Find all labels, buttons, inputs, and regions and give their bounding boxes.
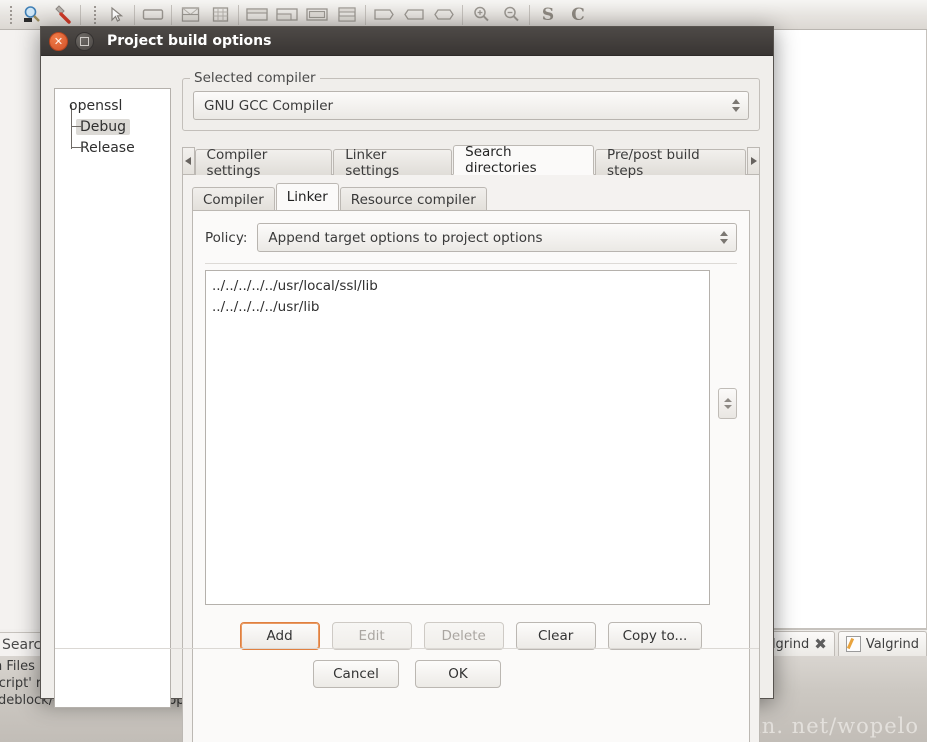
status-tab-valgrind-2[interactable]: Valgrind: [837, 631, 927, 656]
arrow-up-icon: [723, 398, 732, 402]
compiler-select[interactable]: GNU GCC Compiler: [193, 91, 749, 120]
layout-rows-icon[interactable]: [332, 0, 362, 29]
tab-scroll-left-button[interactable]: [182, 147, 195, 175]
letter-c-icon[interactable]: C: [563, 0, 593, 29]
tab-label: Pre/post build steps: [607, 146, 700, 179]
toolbar-separator-2: [134, 4, 135, 25]
ok-button[interactable]: OK: [415, 660, 501, 688]
outer-tab-bar: Compiler settings Linker settings Search…: [182, 144, 761, 179]
arrow-down-icon: [723, 405, 732, 409]
rectangle-icon[interactable]: [138, 0, 168, 29]
tab-label: Linker settings: [345, 146, 400, 179]
directories-list[interactable]: ../../../../../usr/local/ssl/lib ../../.…: [205, 270, 710, 605]
letter-s-icon[interactable]: S: [533, 0, 563, 29]
tab-scroll-right-button[interactable]: [747, 147, 761, 175]
policy-select-value: Append target options to project options: [268, 229, 543, 246]
list-reorder-spinner[interactable]: [718, 388, 737, 419]
layout-fill-icon[interactable]: [302, 0, 332, 29]
toolbar-separator-3: [171, 4, 172, 25]
toolbar-separator: [80, 4, 81, 25]
zoom-out-icon[interactable]: [496, 0, 526, 29]
tree-item-openssl[interactable]: openssl: [65, 95, 170, 116]
status-tab-label: Valgrind: [865, 636, 919, 652]
toolbar-grip-2[interactable]: [90, 4, 99, 26]
button-label: Add: [266, 628, 293, 644]
project-build-options-dialog: ✕ Project build options openssl Debug Re…: [40, 26, 774, 742]
selected-compiler-label: Selected compiler: [190, 70, 320, 86]
tab-label: Resource compiler: [350, 191, 476, 208]
chevron-left-icon: [185, 157, 192, 165]
toolbar-separator-7: [529, 4, 530, 25]
tab-label: Search directories: [465, 144, 537, 176]
dialog-titlebar: ✕ Project build options: [41, 27, 773, 56]
cancel-button[interactable]: Cancel: [313, 660, 399, 688]
tab-resource-compiler[interactable]: Resource compiler: [339, 187, 487, 211]
policy-label: Policy:: [205, 229, 248, 246]
toolbar-separator-4: [238, 4, 239, 25]
clear-button[interactable]: Clear: [515, 622, 596, 650]
button-label: Cancel: [333, 666, 379, 682]
list-item[interactable]: ../../../../../usr/local/ssl/lib: [210, 276, 709, 297]
button-label: Copy to...: [622, 628, 688, 644]
maximize-button[interactable]: [75, 31, 94, 51]
button-label: Delete: [441, 628, 486, 644]
list-item[interactable]: ../../../../../usr/lib: [210, 297, 709, 318]
tree-item-release[interactable]: Release: [65, 137, 170, 158]
tab-label: Compiler: [203, 191, 264, 208]
add-button[interactable]: Add: [239, 622, 320, 650]
chevron-updown-icon: [732, 99, 744, 112]
tree-item-label: Debug: [76, 118, 131, 135]
inner-tab-bar: Compiler Linker Resource compiler: [192, 183, 750, 211]
target-tree[interactable]: openssl Debug Release: [54, 88, 171, 708]
copy-to-button[interactable]: Copy to...: [607, 622, 703, 650]
dialog-title: Project build options: [107, 33, 272, 49]
pointer-icon[interactable]: [101, 0, 131, 29]
toolbar-grip[interactable]: [6, 4, 15, 26]
dialog-footer: Cancel OK: [41, 648, 773, 700]
directory-actions: Add Edit Delete Clear Copy to...: [205, 622, 737, 650]
tab-search-directories[interactable]: Search directories: [453, 144, 595, 176]
tab-linker-settings[interactable]: Linker settings: [333, 147, 453, 179]
close-x-icon[interactable]: ✖: [814, 636, 827, 652]
divider: [205, 263, 737, 264]
tree-item-debug[interactable]: Debug: [65, 116, 170, 137]
tab-label: Linker: [286, 189, 328, 205]
toolbar-separator-6: [462, 4, 463, 25]
split-horizontal-icon[interactable]: [175, 0, 205, 29]
wrench-icon[interactable]: [47, 0, 77, 29]
policy-row: Policy: Append target options to project…: [205, 223, 737, 252]
status-tab-valgrind-1[interactable]: lgrind ✖: [763, 631, 835, 656]
tab-compiler[interactable]: Compiler: [192, 187, 275, 211]
shape-left-icon[interactable]: [399, 0, 429, 29]
shape-hex-icon[interactable]: [429, 0, 459, 29]
tab-linker[interactable]: Linker: [275, 183, 339, 211]
edit-button[interactable]: Edit: [331, 622, 412, 650]
note-icon: [845, 636, 861, 652]
zoom-in-icon[interactable]: [466, 0, 496, 29]
chevron-right-icon: [750, 157, 757, 165]
delete-button[interactable]: Delete: [423, 622, 504, 650]
shape-right-icon[interactable]: [369, 0, 399, 29]
layout-top-icon[interactable]: [242, 0, 272, 29]
tree-item-label: Release: [80, 139, 135, 156]
grid-layout-icon[interactable]: [205, 0, 235, 29]
button-label: Edit: [358, 628, 385, 644]
selected-compiler-group: Selected compiler GNU GCC Compiler: [182, 70, 760, 131]
status-tab-label: lgrind: [771, 636, 810, 652]
tab-label: Compiler settings: [206, 146, 268, 179]
tab-compiler-settings[interactable]: Compiler settings: [194, 147, 333, 179]
button-label: OK: [448, 666, 468, 682]
magnifier-icon[interactable]: [17, 0, 47, 29]
tab-pre-post-build-steps[interactable]: Pre/post build steps: [595, 147, 747, 179]
tree-item-label: openssl: [69, 97, 123, 114]
button-label: Clear: [537, 628, 574, 644]
chevron-updown-icon: [720, 231, 732, 244]
compiler-select-value: GNU GCC Compiler: [204, 97, 334, 114]
policy-select[interactable]: Append target options to project options: [257, 223, 737, 252]
layout-bottom-icon[interactable]: [272, 0, 302, 29]
close-button[interactable]: ✕: [49, 31, 68, 51]
toolbar-separator-5: [365, 4, 366, 25]
